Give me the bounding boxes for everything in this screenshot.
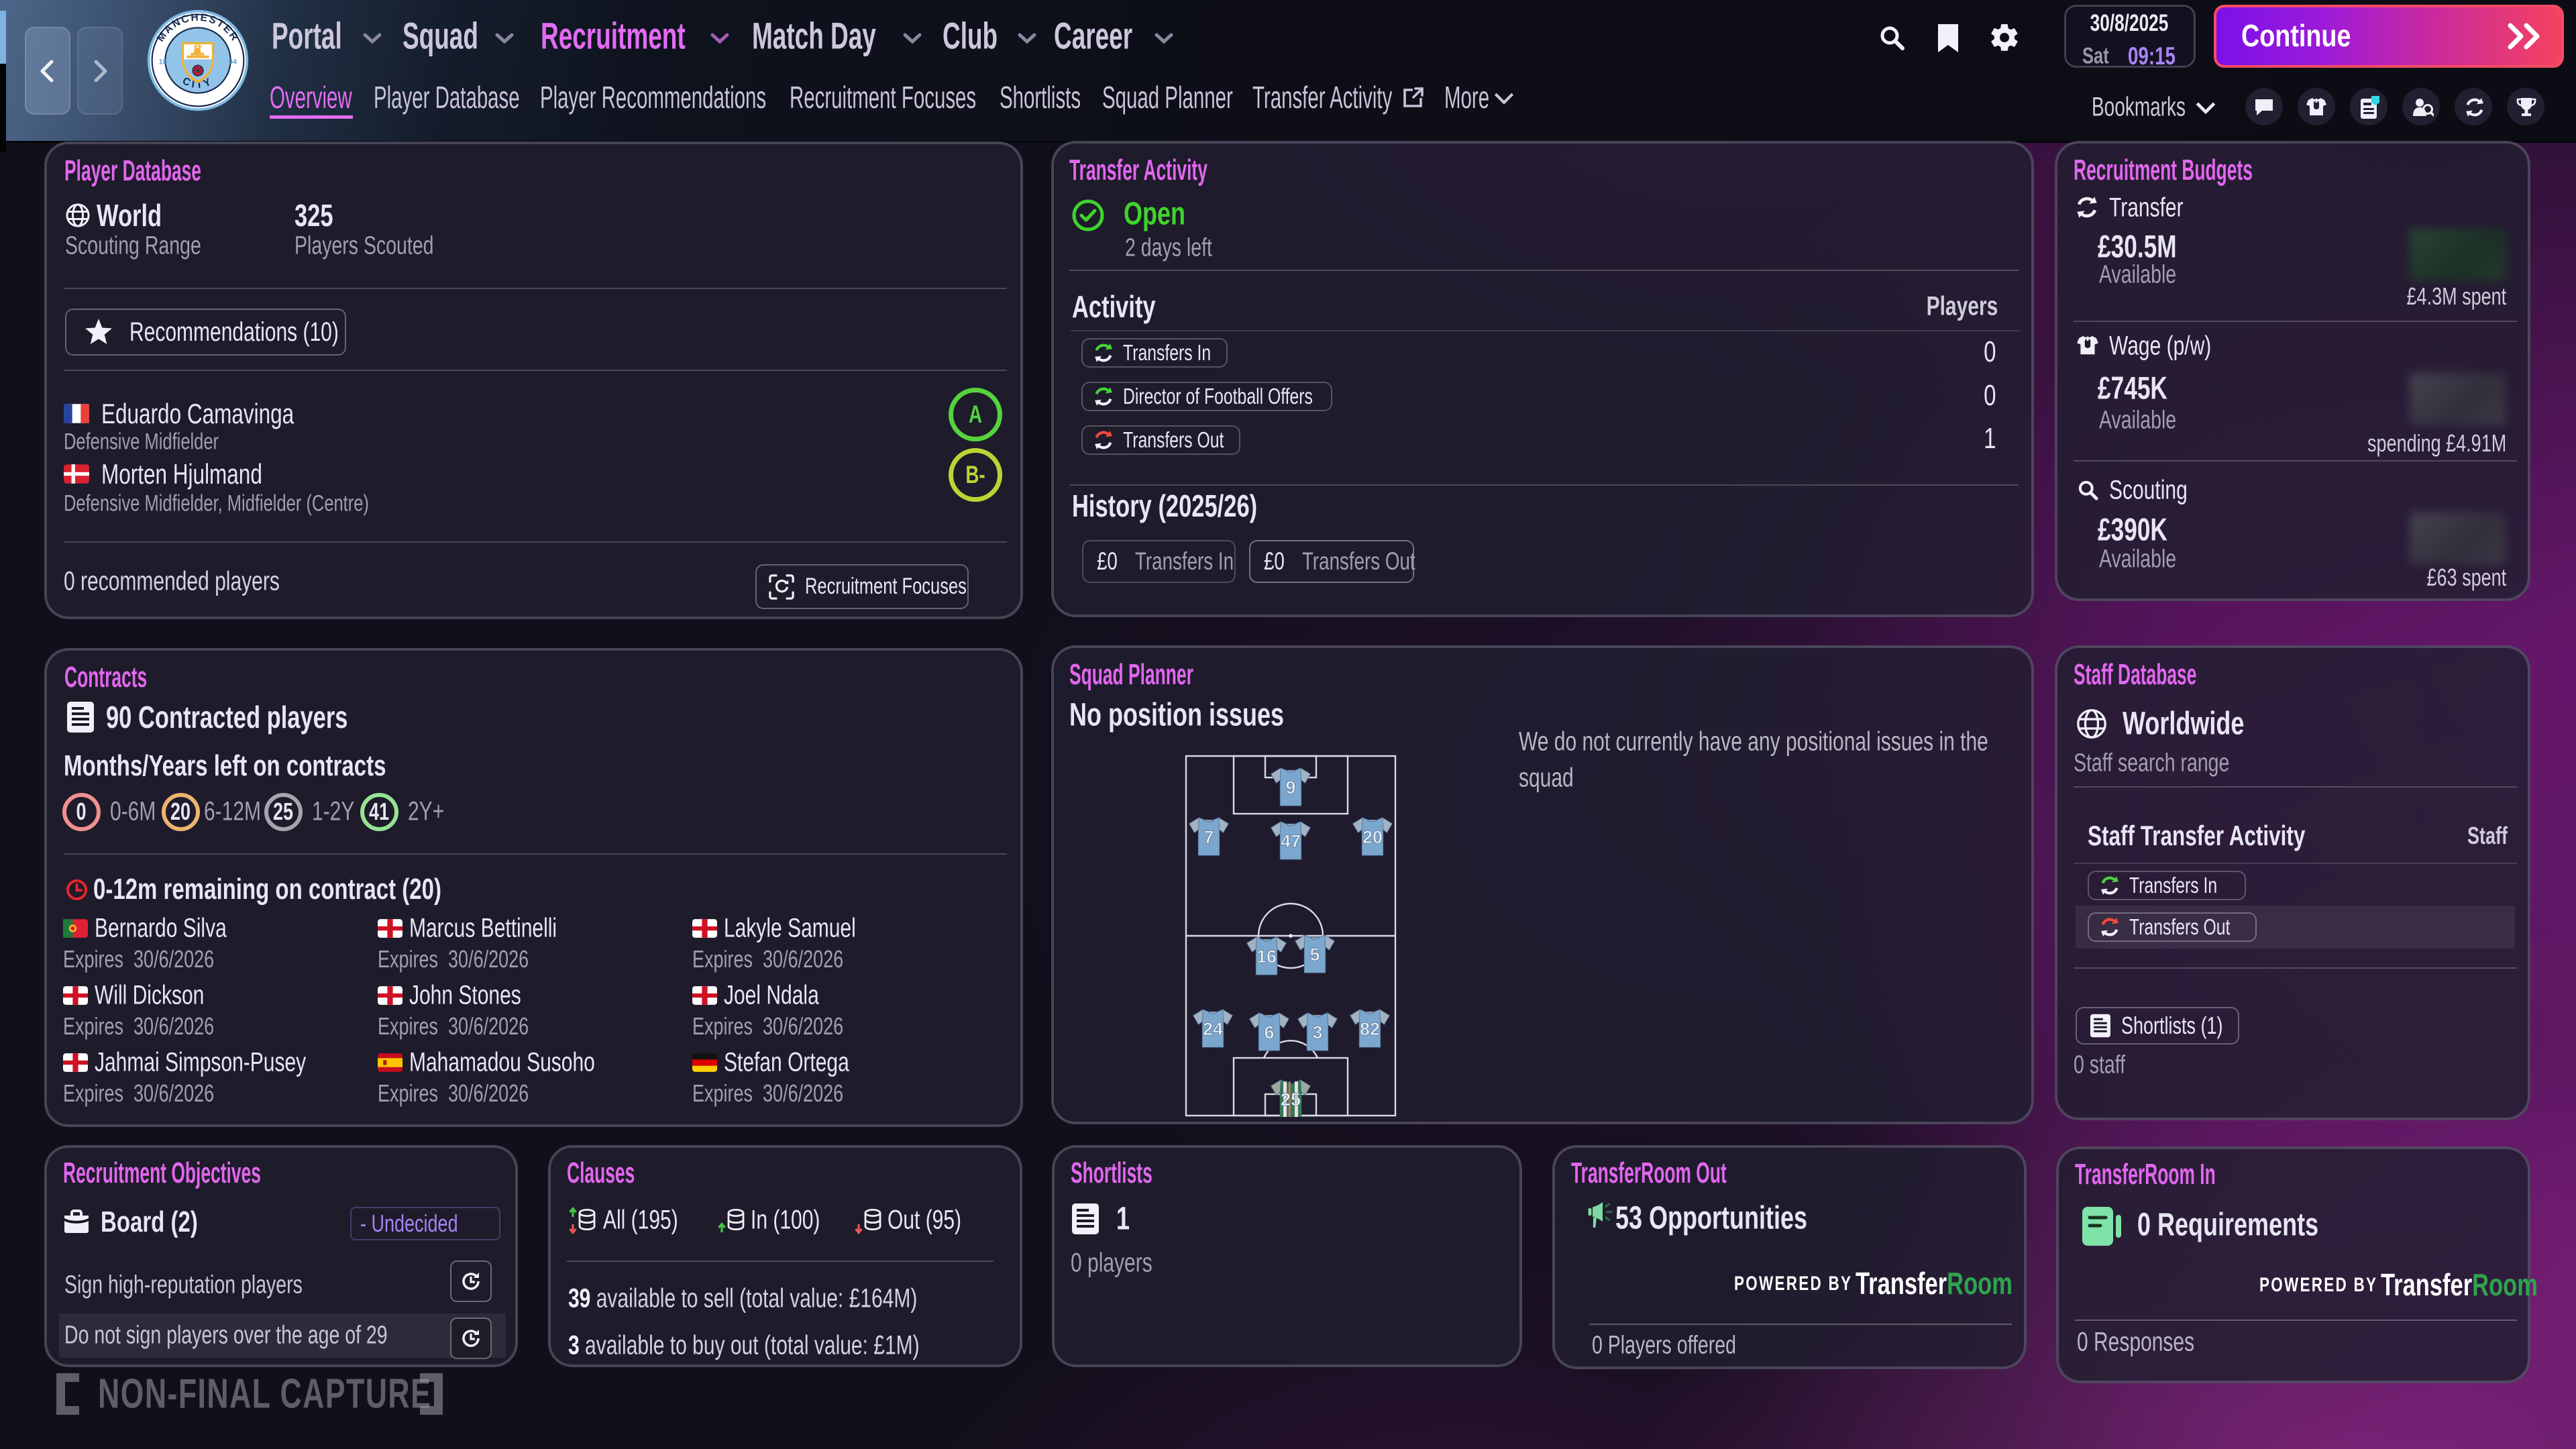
svg-text:5: 5 (1309, 945, 1320, 965)
svg-text:47: 47 (1281, 831, 1301, 851)
svg-text:3: 3 (1312, 1022, 1322, 1042)
svg-text:6: 6 (1264, 1022, 1274, 1042)
svg-text:7: 7 (1203, 827, 1214, 847)
svg-text:82: 82 (1360, 1019, 1380, 1039)
svg-text:20: 20 (1362, 827, 1383, 847)
svg-text:25: 25 (1281, 1089, 1301, 1110)
svg-text:24: 24 (1203, 1019, 1223, 1039)
svg-text:18: 18 (158, 58, 167, 66)
svg-text:9: 9 (1285, 777, 1295, 798)
svg-text:16: 16 (1256, 947, 1277, 967)
svg-text:94: 94 (229, 58, 237, 66)
